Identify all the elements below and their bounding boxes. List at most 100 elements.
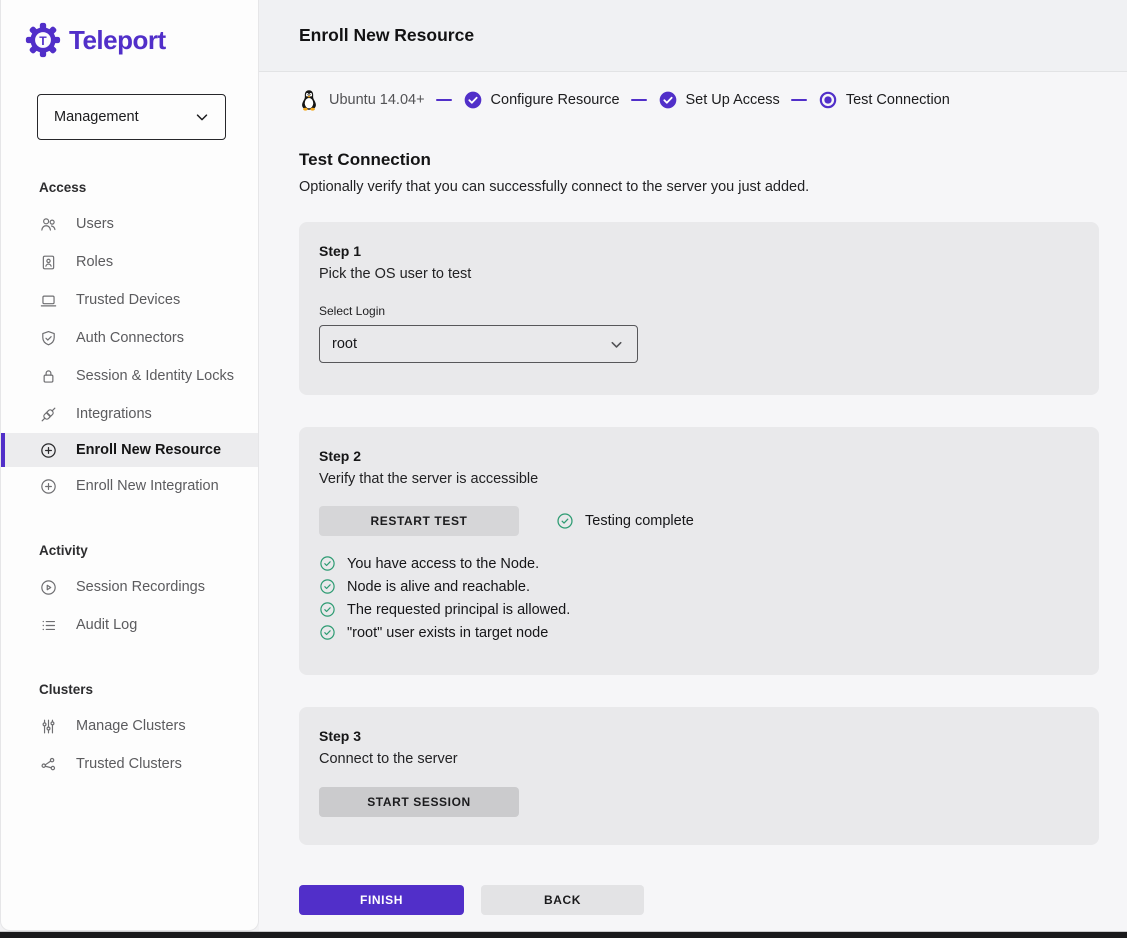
step2-box: Step 2 Verify that the server is accessi… (299, 427, 1099, 675)
step-configure-resource: Configure Resource (463, 90, 620, 110)
play-circle-icon (39, 578, 58, 597)
laptop-icon (39, 291, 58, 310)
select-login-label: Select Login (319, 304, 1079, 318)
nav-section-activity: Activity (1, 527, 258, 568)
check-item: The requested principal is allowed. (319, 601, 1079, 618)
success-check-icon (319, 578, 336, 595)
login-select-value: root (332, 336, 357, 352)
bottom-edge-bar (0, 931, 1127, 938)
sidebar: T Teleport Management Access Users (0, 0, 259, 931)
workspace-selector[interactable]: Management (37, 94, 226, 140)
sidebar-item-session-identity-locks[interactable]: Session & Identity Locks (1, 357, 258, 395)
enroll-stepper: Ubuntu 14.04+ Configure Resource Set Up … (259, 72, 1127, 128)
id-card-icon (39, 253, 58, 272)
success-check-icon (319, 601, 336, 618)
sidebar-item-label: Session & Identity Locks (76, 368, 234, 384)
plug-icon (39, 405, 58, 424)
success-check-icon (556, 512, 574, 530)
check-item-text: The requested principal is allowed. (347, 602, 570, 618)
sidebar-item-trusted-clusters[interactable]: Trusted Clusters (1, 745, 258, 783)
nav-section-access: Access (1, 164, 258, 205)
circle-plus-icon (39, 477, 58, 496)
content-title: Test Connection (299, 150, 1099, 170)
check-item-text: You have access to the Node. (347, 556, 539, 572)
sidebar-item-session-recordings[interactable]: Session Recordings (1, 568, 258, 606)
step-test-connection: Test Connection (818, 90, 950, 110)
sidebar-item-trusted-devices[interactable]: Trusted Devices (1, 281, 258, 319)
back-button[interactable]: BACK (481, 885, 644, 915)
lock-icon (39, 367, 58, 386)
circle-plus-icon (39, 441, 58, 460)
sidebar-item-enroll-new-resource[interactable]: Enroll New Resource (1, 433, 258, 467)
step1-box: Step 1 Pick the OS user to test Select L… (299, 222, 1099, 395)
page-header: Enroll New Resource (259, 0, 1127, 72)
finish-button[interactable]: FINISH (299, 885, 464, 915)
sliders-icon (39, 717, 58, 736)
sidebar-item-label: Enroll New Resource (76, 442, 221, 458)
brand-name: Teleport (69, 25, 166, 56)
main-area: Enroll New Resource (259, 0, 1127, 931)
shield-check-icon (39, 329, 58, 348)
sidebar-item-label: Audit Log (76, 617, 137, 633)
check-item: You have access to the Node. (319, 555, 1079, 572)
users-icon (39, 215, 58, 234)
sidebar-item-auth-connectors[interactable]: Auth Connectors (1, 319, 258, 357)
workspace-selector-value: Management (54, 109, 139, 125)
sidebar-item-audit-log[interactable]: Audit Log (1, 606, 258, 644)
sidebar-nav: Access Users Roles (1, 164, 258, 783)
step3-description: Connect to the server (319, 751, 1079, 767)
sidebar-item-enroll-new-integration[interactable]: Enroll New Integration (1, 467, 258, 505)
step1-title: Step 1 (319, 243, 1079, 259)
page-title: Enroll New Resource (299, 25, 474, 46)
linux-tux-icon (299, 88, 319, 112)
sidebar-item-label: Manage Clusters (76, 718, 186, 734)
check-item-text: Node is alive and reachable. (347, 579, 530, 595)
step-set-up-access: Set Up Access (658, 90, 780, 110)
step-connector (436, 99, 452, 102)
sidebar-item-label: Session Recordings (76, 579, 205, 595)
step2-description: Verify that the server is accessible (319, 471, 1079, 487)
app-root: T Teleport Management Access Users (0, 0, 1127, 938)
success-check-icon (319, 624, 336, 641)
sidebar-item-label: Enroll New Integration (76, 478, 219, 494)
sidebar-item-label: Users (76, 216, 114, 232)
wizard-actions: FINISH BACK (299, 885, 1099, 915)
teleport-logo[interactable]: T Teleport (1, 22, 258, 58)
check-item: Node is alive and reachable. (319, 578, 1079, 595)
sidebar-item-roles[interactable]: Roles (1, 243, 258, 281)
nav-section-clusters: Clusters (1, 666, 258, 707)
sidebar-item-label: Integrations (76, 406, 152, 422)
step-done-check-icon (658, 90, 678, 110)
start-session-button[interactable]: START SESSION (319, 787, 519, 817)
step-done-check-icon (463, 90, 483, 110)
teleport-gear-icon: T (25, 22, 61, 58)
step-label: Set Up Access (686, 92, 780, 108)
chevron-down-icon (193, 108, 211, 126)
sidebar-item-manage-clusters[interactable]: Manage Clusters (1, 707, 258, 745)
step-connector (631, 99, 647, 102)
testing-status-text: Testing complete (585, 513, 694, 529)
step-label: Test Connection (846, 92, 950, 108)
content-row: T Teleport Management Access Users (0, 0, 1127, 931)
step-current-ring-icon (818, 90, 838, 110)
step3-box: Step 3 Connect to the server START SESSI… (299, 707, 1099, 845)
stepper-resource-label: Ubuntu 14.04+ (329, 92, 425, 108)
step-label: Configure Resource (491, 92, 620, 108)
sidebar-item-label: Trusted Devices (76, 292, 180, 308)
check-item-text: "root" user exists in target node (347, 625, 548, 641)
step3-title: Step 3 (319, 728, 1079, 744)
restart-test-button[interactable]: RESTART TEST (319, 506, 519, 536)
list-icon (39, 616, 58, 635)
content-subtitle: Optionally verify that you can successfu… (299, 179, 1099, 195)
sidebar-item-label: Auth Connectors (76, 330, 184, 346)
step-connector (791, 99, 807, 102)
svg-text:T: T (39, 34, 47, 48)
sidebar-item-integrations[interactable]: Integrations (1, 395, 258, 433)
login-select[interactable]: root (319, 325, 638, 363)
testing-status: Testing complete (556, 512, 694, 530)
network-icon (39, 755, 58, 774)
chevron-down-icon (608, 336, 625, 353)
sidebar-item-label: Trusted Clusters (76, 756, 182, 772)
success-check-icon (319, 555, 336, 572)
sidebar-item-users[interactable]: Users (1, 205, 258, 243)
